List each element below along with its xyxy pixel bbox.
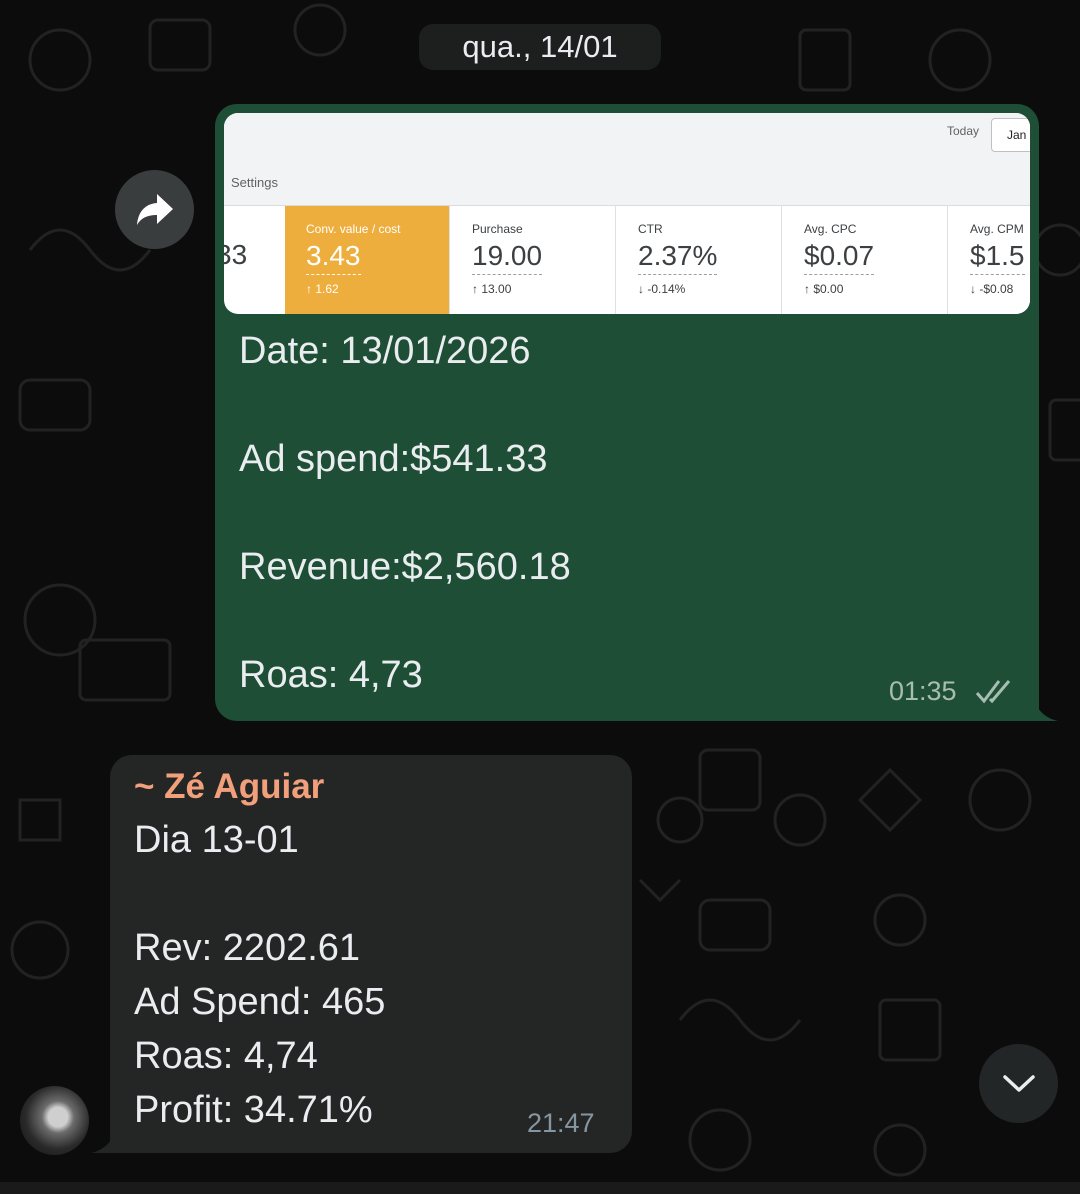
message-timestamp: 21:47: [527, 1108, 595, 1138]
metric-delta: ↑ 13.00: [472, 282, 512, 296]
metric-avg-cpc: Avg. CPC $0.07 ↑ $0.00: [783, 206, 948, 314]
chevron-down-icon: [1002, 1074, 1035, 1092]
metric-value: 19.00: [472, 240, 543, 275]
composer-edge: [0, 1182, 1080, 1194]
chat-background: qua., 14/01 Settings Today Jan 33 Conv. …: [0, 0, 1080, 1194]
message-line-ad-spend: Ad spend:$541.33: [239, 438, 548, 480]
sender-avatar[interactable]: [20, 1086, 89, 1155]
double-check-icon: [975, 680, 1011, 704]
dashboard-header: Settings Today Jan: [224, 113, 1030, 206]
message-line-rev: Rev: 2202.61: [134, 927, 361, 969]
message-line-profit: Profit: 34.71%: [134, 1089, 373, 1131]
metric-value: $0.07: [804, 240, 875, 275]
sender-name[interactable]: ~ Zé Aguiar: [134, 767, 324, 807]
metric-label: CTR: [638, 222, 663, 236]
message-line-roas: Roas: 4,74: [134, 1035, 318, 1077]
forward-arrow-icon: [136, 193, 173, 225]
forward-button[interactable]: [115, 170, 194, 249]
today-label: Today: [947, 124, 980, 138]
message-line-day: Dia 13-01: [134, 819, 299, 861]
metric-delta: ↓ -$0.08: [970, 282, 1014, 296]
metric-value: $1.5: [970, 240, 1025, 275]
date-separator: qua., 14/01: [419, 24, 661, 70]
metric-ctr: CTR 2.37% ↓ -0.14%: [617, 206, 782, 314]
metric-delta: ↑ $0.00: [804, 282, 844, 296]
metric-delta: ↑ 1.62: [306, 282, 339, 296]
date-range-button: Jan: [991, 118, 1030, 152]
incoming-bubble-tail: [91, 1122, 121, 1153]
ads-dashboard-screenshot[interactable]: Settings Today Jan 33 Conv. value / cost…: [224, 113, 1030, 314]
message-line-ad-spend: Ad Spend: 465: [134, 981, 386, 1023]
metric-purchase: Purchase 19.00 ↑ 13.00: [451, 206, 616, 314]
metric-conv-value-cost: Conv. value / cost 3.43 ↑ 1.62: [285, 206, 450, 314]
outgoing-bubble-tail: [1028, 690, 1058, 721]
metric-label: Avg. CPC: [804, 222, 857, 236]
metric-delta: ↓ -0.14%: [638, 282, 686, 296]
metric-label: Conv. value / cost: [306, 222, 401, 236]
metric-avg-cpm: Avg. CPM $1.5 ↓ -$0.08: [949, 206, 1030, 314]
message-line-date: Date: 13/01/2026: [239, 330, 531, 372]
outgoing-message-bubble[interactable]: Settings Today Jan 33 Conv. value / cost…: [215, 104, 1039, 721]
message-line-revenue: Revenue:$2,560.18: [239, 546, 571, 588]
metric-value: 2.37%: [638, 240, 718, 275]
message-line-roas: Roas: 4,73: [239, 654, 423, 696]
metric-label: Avg. CPM: [970, 222, 1024, 236]
metric-label: Purchase: [472, 222, 523, 236]
incoming-message-bubble[interactable]: ~ Zé Aguiar Dia 13-01 Rev: 2202.61 Ad Sp…: [110, 755, 632, 1153]
scroll-to-bottom-button[interactable]: [979, 1044, 1058, 1123]
settings-label: Settings: [231, 175, 278, 190]
metric-value: 3.43: [306, 240, 361, 275]
partial-metric-value: 33: [224, 239, 248, 270]
message-timestamp: 01:35: [889, 676, 957, 706]
